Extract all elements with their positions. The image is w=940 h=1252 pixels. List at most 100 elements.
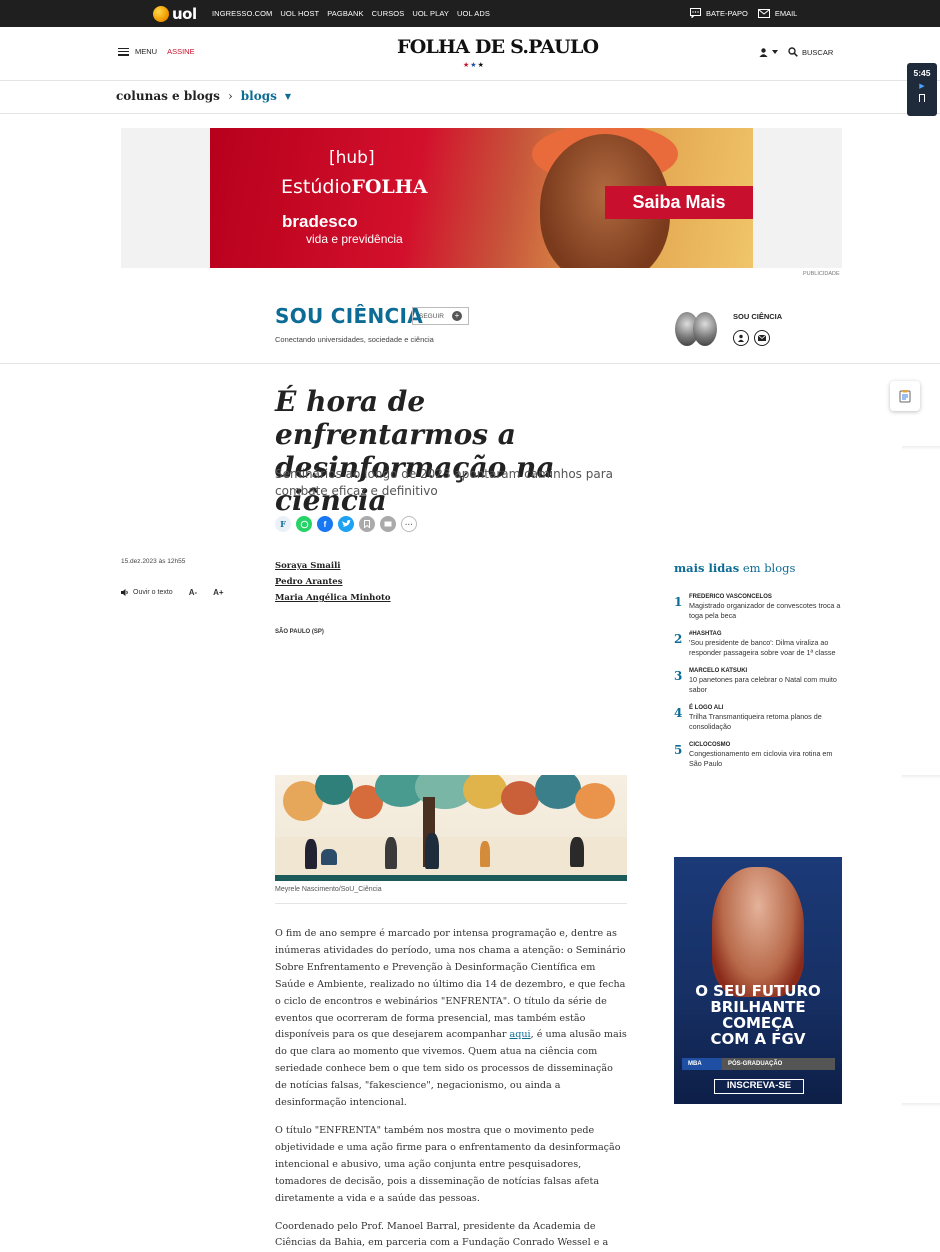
breadcrumb-section[interactable]: colunas e blogs <box>116 89 220 103</box>
blog-author-label[interactable]: SOU CIÊNCIA <box>733 312 782 321</box>
article-image[interactable] <box>275 775 627 881</box>
bookmark-icon[interactable] <box>919 94 925 102</box>
most-read-item[interactable]: 1 FREDERICO VASCONCELOS Magistrado organi… <box>674 594 844 621</box>
twitter-icon[interactable] <box>338 516 354 532</box>
ad-cta-button[interactable]: Saiba Mais <box>605 186 753 219</box>
aqui-link[interactable]: aqui <box>510 1029 531 1040</box>
bate-papo-link[interactable]: BATE-PAPO <box>690 8 748 18</box>
facebook-icon[interactable]: f <box>317 516 333 532</box>
uol-links: INGRESSO.COM UOL HOST PAGBANK CURSOS UOL… <box>212 9 490 18</box>
side-ad[interactable]: O SEU FUTURO BRILHANTE COMEÇA COM A FGV … <box>674 857 842 1104</box>
authors-avatar <box>673 312 723 348</box>
most-read-number: 5 <box>674 743 683 757</box>
most-read-title-text[interactable]: Magistrado organizador de convescotes tr… <box>689 601 844 621</box>
most-read-number: 4 <box>674 706 683 720</box>
follow-label: SEGUIR <box>419 312 444 320</box>
email-link[interactable]: EMAIL <box>757 8 798 18</box>
email-label: EMAIL <box>774 8 798 18</box>
side-shadow <box>902 775 940 779</box>
author-link[interactable]: Soraya Smaili <box>275 558 391 574</box>
most-read-title: mais lidas em blogs <box>674 561 796 575</box>
bookmark-icon[interactable] <box>359 516 375 532</box>
most-read-item[interactable]: 5 CICLOCOSMO Congestionamento em ciclovia… <box>674 742 844 769</box>
side-shadow <box>902 1103 940 1107</box>
bate-papo-label: BATE-PAPO <box>706 8 748 18</box>
image-blob <box>501 781 539 815</box>
more-options-icon[interactable]: ··· <box>401 516 417 532</box>
user-menu[interactable] <box>759 47 778 57</box>
most-read-category: MARCELO KATSUKI <box>689 668 748 674</box>
follow-button[interactable]: SEGUIR + <box>412 307 469 325</box>
site-header: MENU ASSINE FOLHA DE S.PAULO ★★★ BUSCAR <box>0 27 940 81</box>
publicidade-label: PUBLICIDADE <box>803 271 840 277</box>
side-ad-photo <box>712 867 804 997</box>
author-link[interactable]: Pedro Arantes <box>275 574 391 590</box>
most-read-item[interactable]: 2 #HASHTAG 'Sou presidente de banco': Dil… <box>674 631 844 658</box>
menu-button[interactable]: MENU ASSINE <box>118 47 195 56</box>
image-blob <box>575 783 615 819</box>
breadcrumb-separator: › <box>227 89 233 103</box>
profile-icon[interactable] <box>733 330 749 346</box>
article-body: O fim de ano sempre é marcado por intens… <box>275 926 627 1252</box>
uol-logo[interactable]: uol <box>153 5 197 23</box>
most-read-item[interactable]: 3 MARCELO KATSUKI 10 panetones para celeb… <box>674 668 844 695</box>
uol-logo-text: uol <box>172 5 197 23</box>
side-ad-cta[interactable]: INSCREVA-SE <box>714 1079 804 1094</box>
image-caption: Meyrele Nascimento/SoU_Ciência <box>275 886 627 904</box>
author-link[interactable]: Maria Angélica Minhoto <box>275 590 391 606</box>
search-button[interactable]: BUSCAR <box>788 47 833 57</box>
notes-widget[interactable] <box>890 381 920 411</box>
image-blob <box>463 775 507 809</box>
most-read-category: CICLOCOSMO <box>689 742 731 748</box>
listen-button[interactable]: Ouvir o texto <box>121 589 173 596</box>
menu-label: MENU <box>135 47 158 56</box>
chevron-down-icon[interactable]: ▼ <box>285 92 291 101</box>
folha-logo[interactable]: FOLHA DE S.PAULO <box>397 36 599 58</box>
side-ad-programs: MBA PÓS-GRADUAÇÃO <box>682 1058 835 1070</box>
speaker-icon <box>121 589 128 596</box>
mail-icon <box>757 8 770 18</box>
image-person <box>425 833 439 869</box>
uol-link[interactable]: INGRESSO.COM <box>212 9 272 18</box>
most-read-list: 1 FREDERICO VASCONCELOS Magistrado organi… <box>674 594 844 779</box>
most-read-title-text[interactable]: 'Sou presidente de banco': Dilma viraliz… <box>689 638 844 658</box>
uol-link[interactable]: PAGBANK <box>327 9 363 18</box>
most-read-item[interactable]: 4 É LOGO ALI Trilha Transmantiqueira reto… <box>674 705 844 732</box>
ad-banner[interactable]: [hub] EstúdioFOLHA bradesco vida e previ… <box>210 128 753 268</box>
ad-estudio-text: EstúdioFOLHA <box>281 176 428 198</box>
uol-link[interactable]: UOL ADS <box>457 9 490 18</box>
most-read-number: 2 <box>674 632 683 646</box>
blog-name[interactable]: SOU CIÊNCIA <box>275 304 423 328</box>
assine-link[interactable]: ASSINE <box>167 47 195 56</box>
side-ad-line: COM A FGV <box>710 1030 806 1048</box>
image-person <box>570 837 584 867</box>
dateline-location: SÃO PAULO (SP) <box>275 629 324 635</box>
search-icon <box>788 47 798 57</box>
most-read-title-text[interactable]: Congestionamento em ciclovia vira rotina… <box>689 749 844 769</box>
uol-link[interactable]: UOL HOST <box>280 9 319 18</box>
uol-link[interactable]: CURSOS <box>372 9 405 18</box>
chat-icon <box>690 8 701 18</box>
most-read-title-text[interactable]: 10 panetones para celebrar o Natal com m… <box>689 675 844 695</box>
uol-top-bar: uol INGRESSO.COM UOL HOST PAGBANK CURSOS… <box>0 0 940 27</box>
breadcrumb-current[interactable]: blogs <box>241 89 277 103</box>
font-increase-button[interactable]: A+ <box>213 588 223 597</box>
mail-icon[interactable] <box>754 330 770 346</box>
font-decrease-button[interactable]: A- <box>189 588 197 597</box>
folha-share-icon[interactable]: F <box>275 516 291 532</box>
article-paragraph: O fim de ano sempre é marcado por intens… <box>275 928 627 1109</box>
author-bylines: Soraya Smaili Pedro Arantes Maria Angéli… <box>275 558 391 606</box>
uol-link[interactable]: UOL PLAY <box>412 9 449 18</box>
most-read-title-text[interactable]: Trilha Transmantiqueira retoma planos de… <box>689 712 844 732</box>
ad-hub-text: [hub] <box>329 148 375 168</box>
whatsapp-icon[interactable] <box>296 516 312 532</box>
most-read-category: É LOGO ALI <box>689 705 724 711</box>
uol-right: BATE-PAPO EMAIL <box>690 8 797 18</box>
comment-icon[interactable] <box>380 516 396 532</box>
reading-timer-widget[interactable]: 5:45 ▶ <box>907 63 937 116</box>
image-blob <box>315 775 353 805</box>
timer-value: 5:45 <box>913 68 931 78</box>
listen-label: Ouvir o texto <box>133 589 173 596</box>
play-icon[interactable]: ▶ <box>907 82 937 90</box>
uol-ball-icon <box>153 6 169 22</box>
